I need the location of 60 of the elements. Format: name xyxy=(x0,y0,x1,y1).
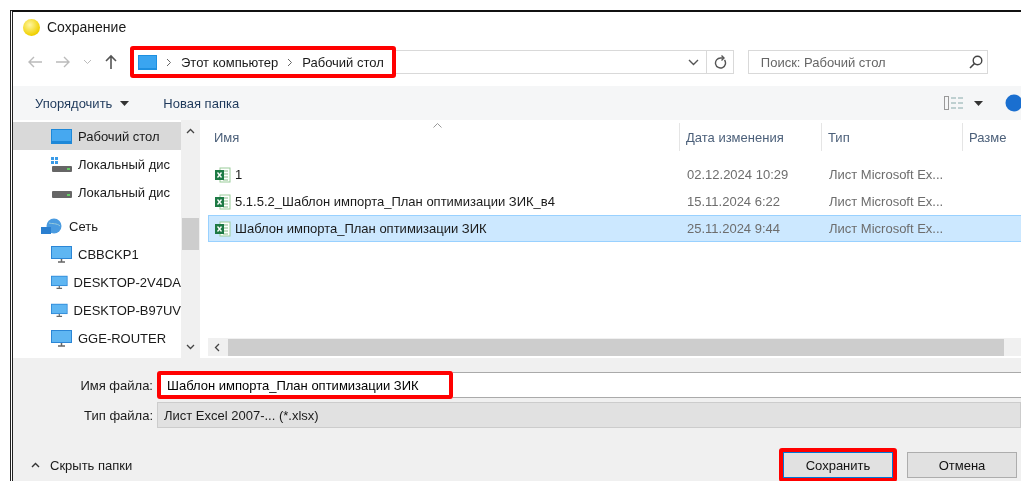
scroll-up-icon[interactable] xyxy=(186,128,195,134)
file-row[interactable]: Шаблон импорта_План оптимизации ЗИК 25.11.2024 9:44 Лист Microsoft Ex... xyxy=(208,215,1021,242)
chevron-up-icon xyxy=(31,462,40,468)
file-name-label: Имя файла: xyxy=(79,377,154,393)
chevron-right-icon xyxy=(287,57,294,67)
file-row[interactable]: 5.1.5.2_Шаблон импорта_План оптимизации ЗИК_в4 15.11.2024 6:22 Лист Microsoft Ex... xyxy=(208,188,1021,215)
new-folder-button[interactable]: Новая папка xyxy=(163,95,240,111)
dropdown-icon[interactable] xyxy=(974,100,983,106)
scroll-down-icon[interactable] xyxy=(186,344,195,350)
file-name-field-extension[interactable] xyxy=(453,372,1021,398)
computer-icon xyxy=(51,329,72,347)
scroll-left-icon[interactable] xyxy=(214,342,220,352)
drive-icon xyxy=(51,191,72,199)
sidebar-item[interactable]: Сеть xyxy=(13,212,181,240)
help-icon[interactable] xyxy=(1005,94,1021,112)
breadcrumb[interactable]: Этот компьютер xyxy=(181,54,279,70)
hide-folders-button[interactable]: Скрыть папки xyxy=(31,457,133,473)
organize-menu-button[interactable]: Упорядочить xyxy=(35,95,130,111)
sidebar-item[interactable]: GGE-ROUTER xyxy=(13,324,181,352)
computer-icon xyxy=(51,273,68,291)
spreadsheet-icon xyxy=(215,220,231,237)
caret-down-icon xyxy=(120,100,130,106)
network-icon xyxy=(41,217,63,235)
breadcrumb[interactable]: Рабочий стол xyxy=(302,54,384,70)
monitor-icon xyxy=(138,54,157,70)
file-name-field[interactable]: Шаблон импорта_План оптимизации ЗИК xyxy=(157,371,453,399)
sort-ascending-icon xyxy=(433,123,442,128)
app-icon xyxy=(23,18,40,36)
refresh-icon[interactable] xyxy=(713,55,727,69)
spreadsheet-icon xyxy=(215,193,231,210)
search-field[interactable]: Поиск: Рабочий стол xyxy=(747,50,988,74)
search-input[interactable]: Поиск: Рабочий стол xyxy=(758,53,969,71)
sidebar-item[interactable]: DESKTOP-B97UV xyxy=(13,296,181,324)
column-header[interactable]: Имя xyxy=(208,123,680,151)
file-row[interactable]: 1 02.12.2024 10:29 Лист Microsoft Ex... xyxy=(208,161,1021,188)
column-header[interactable]: Разме xyxy=(963,123,1021,151)
up-arrow-icon[interactable] xyxy=(104,54,118,70)
view-options-icon[interactable] xyxy=(944,96,964,110)
window-title: Сохранение xyxy=(47,19,127,35)
file-type-dropdown[interactable]: Лист Excel 2007-... (*.xlsx) xyxy=(157,402,1021,428)
sidebar-item[interactable]: CBBCKP1 xyxy=(13,240,181,268)
vertical-scrollbar[interactable] xyxy=(181,120,200,358)
monitor-icon xyxy=(51,128,72,144)
spreadsheet-icon xyxy=(215,166,231,183)
sidebar-item[interactable]: Локальный дис xyxy=(13,178,181,206)
address-bar[interactable]: Этот компьютер Рабочий стол xyxy=(130,46,396,78)
computer-icon xyxy=(51,245,72,263)
sidebar-item[interactable]: DESKTOP-2V4DA xyxy=(13,268,181,296)
chevron-down-icon[interactable] xyxy=(687,58,699,66)
cancel-button[interactable]: Отмена xyxy=(907,452,1017,478)
drive-icon xyxy=(51,156,72,172)
column-header[interactable]: Дата изменения xyxy=(680,123,822,151)
chevron-right-icon xyxy=(166,57,172,67)
computer-icon xyxy=(51,301,68,319)
save-button[interactable]: Сохранить xyxy=(783,452,893,478)
sidebar-item[interactable]: Локальный дис xyxy=(13,150,181,178)
scrollbar-thumb[interactable] xyxy=(182,218,199,250)
file-type-label: Тип файла: xyxy=(83,407,154,423)
sidebar-item[interactable]: Рабочий стол xyxy=(13,122,181,150)
column-header[interactable]: Тип xyxy=(822,123,963,151)
